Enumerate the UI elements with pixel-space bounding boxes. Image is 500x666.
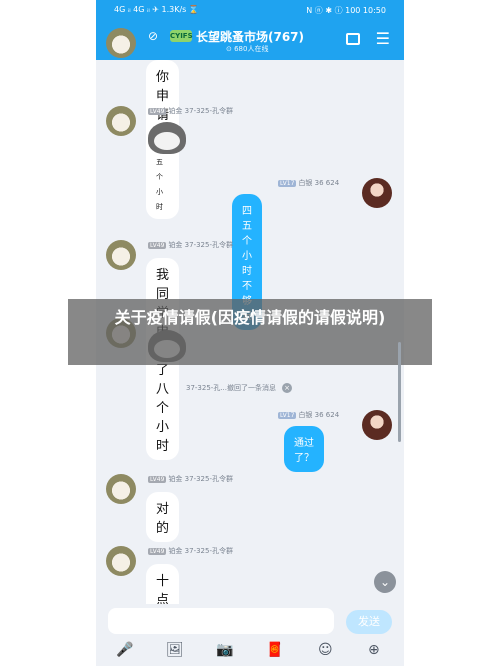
group-badge: CYIFS (170, 30, 193, 42)
group-title[interactable]: 长望跳蚤市场(767) (196, 28, 304, 45)
message-bubble[interactable]: 对的 (146, 492, 180, 542)
rank-label: 铂金 (168, 475, 183, 483)
close-icon[interactable]: × (282, 383, 292, 393)
level-badge: LV49 (148, 476, 167, 483)
sender-name: 36 624 (314, 179, 340, 187)
toolbar: 🎤 🖼 📷 🧧 ☺ ⊕ (96, 640, 404, 666)
avatar[interactable] (106, 546, 136, 576)
avatar[interactable] (362, 410, 392, 440)
rank-label: 铂金 (168, 241, 183, 249)
message-input[interactable] (108, 608, 334, 634)
rank-label: 白银 (298, 179, 313, 187)
send-button[interactable]: 发送 (346, 610, 392, 634)
level-badge: LV17 (278, 412, 297, 419)
image-icon[interactable]: 🖼 (166, 642, 184, 658)
sender-meta: LV49 铂金 37-325-孔令群 (148, 474, 233, 484)
status-left: 4G ᵢₗ 4G ᵢₗ ✈ 1.3K/s ⌛ (114, 5, 199, 14)
sender-name: 37-325-孔令群 (184, 475, 233, 483)
status-right: N ⓝ ✱ ⓘ 100 10:50 (306, 6, 386, 15)
sender-meta: LV17 白银 36 624 (278, 178, 339, 188)
red-packet-icon[interactable]: 🧧 (266, 642, 283, 658)
level-badge: LV49 (148, 108, 167, 115)
avatar[interactable] (106, 106, 136, 136)
recall-notice: 37-325-孔...撤回了一条消息 × (186, 383, 292, 393)
input-bar: 发送 (96, 604, 404, 640)
microphone-icon[interactable]: 🎤 (116, 642, 133, 658)
avatar[interactable] (106, 28, 136, 58)
plus-icon[interactable]: ⊕ (368, 642, 380, 658)
level-badge: LV49 (148, 242, 167, 249)
camera-icon[interactable]: 📷 (216, 642, 233, 658)
avatar[interactable] (362, 178, 392, 208)
shield-icon[interactable]: ⊘ (148, 29, 158, 43)
chevron-down-icon[interactable]: ⌄ (374, 571, 396, 593)
rank-label: 铂金 (168, 547, 183, 555)
sticker-image[interactable] (148, 122, 186, 154)
sender-meta: LV49 铂金 37-325-孔令群 (148, 240, 233, 250)
online-count: ⊙ 680人在线 (226, 45, 269, 53)
sender-name: 37-325-孔令群 (184, 241, 233, 249)
menu-icon[interactable]: ☰ (376, 31, 390, 47)
sticker-face (154, 132, 180, 150)
caption-text: 关于疫情请假(因疫情请假的请假说明) (114, 308, 386, 327)
sender-meta: LV17 白银 36 624 (278, 410, 339, 420)
recall-text: 37-325-孔...撤回了一条消息 (186, 384, 276, 392)
scrollbar[interactable] (398, 342, 401, 442)
sender-name: 36 624 (314, 411, 340, 419)
header: ‹ ⊘ CYIFS 长望跳蚤市场(767) ⊙ 680人在线 ☰ (96, 22, 404, 60)
sender-meta: LV49 铂金 37-325-孔令群 (148, 546, 233, 556)
member-icon[interactable] (346, 33, 360, 45)
level-badge: LV17 (278, 180, 297, 187)
rank-label: 铂金 (168, 107, 183, 115)
avatar[interactable] (106, 474, 136, 504)
rank-label: 白银 (298, 411, 313, 419)
status-bar: 4G ᵢₗ 4G ᵢₗ ✈ 1.3K/s ⌛ N ⓝ ✱ ⓘ 100 10:50 (96, 0, 404, 22)
sender-name: 37-325-孔令群 (184, 547, 233, 555)
level-badge: LV49 (148, 548, 167, 555)
avatar[interactable] (106, 240, 136, 270)
sender-name: 37-325-孔令群 (184, 107, 233, 115)
sender-meta: LV49 铂金 37-325-孔令群 (148, 106, 233, 116)
message-bubble[interactable]: 通过了？ (284, 426, 324, 472)
emoji-icon[interactable]: ☺ (318, 642, 333, 658)
